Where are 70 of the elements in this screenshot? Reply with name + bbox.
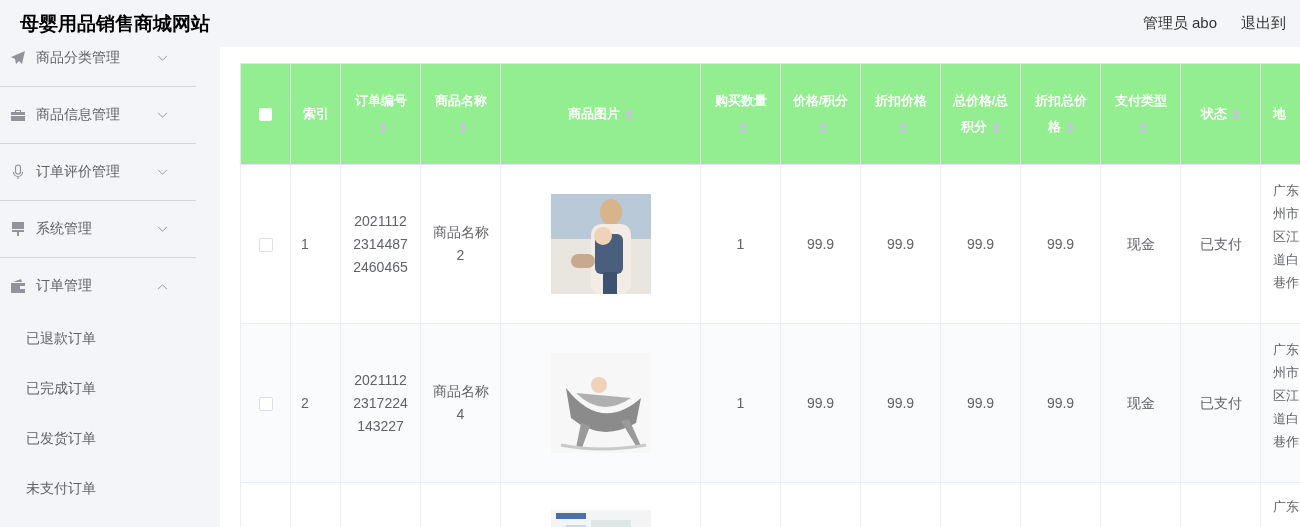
address-text: 广东 州市 区江 道白 巷作 xyxy=(1273,341,1300,451)
admin-name: 管理员 abo xyxy=(1142,14,1217,33)
table-cell: 99.9 xyxy=(1046,235,1075,252)
column-header[interactable]: 索引 xyxy=(290,63,341,165)
sort-icon xyxy=(1065,121,1074,134)
table-cell: 202111223144872460465 xyxy=(353,212,408,275)
table-cell: 2 xyxy=(301,394,309,411)
table-cell: 现金 xyxy=(1126,394,1155,411)
chevron-icon xyxy=(157,282,168,290)
column-header[interactable]: 状态 xyxy=(1180,63,1261,165)
table-cell: 99.9 xyxy=(966,235,995,252)
menu-item[interactable]: 商品分类管理 xyxy=(0,47,196,86)
sort-icon xyxy=(899,121,907,134)
menu-item[interactable]: 系统管理 xyxy=(0,201,196,257)
chevron-icon xyxy=(157,111,168,119)
submenu-item[interactable]: 未支付订单 xyxy=(0,464,196,514)
table-cell: 已支付 xyxy=(1199,235,1242,252)
row-checkbox[interactable] xyxy=(258,396,273,411)
table-cell: 99.9 xyxy=(1046,394,1075,411)
column-header[interactable]: 商品名称 xyxy=(420,63,501,165)
menu-item[interactable]: 订单管理 xyxy=(0,258,196,314)
table-cell: 1 xyxy=(301,235,309,252)
column-header[interactable]: 地 xyxy=(1260,63,1300,165)
select-all-checkbox[interactable] xyxy=(259,108,272,122)
sort-icon xyxy=(379,121,387,134)
column-header[interactable]: 购买数量 xyxy=(700,63,781,165)
microphone-icon xyxy=(10,164,26,180)
table-cell: 99.9 xyxy=(886,394,915,411)
chevron-icon xyxy=(157,168,168,176)
sort-icon xyxy=(1139,121,1147,134)
table-cell: 1 xyxy=(736,394,745,411)
address-text: 广东 xyxy=(1273,498,1300,516)
column-header[interactable]: 订单编号 xyxy=(340,63,421,165)
column-header[interactable]: 支付类型 xyxy=(1100,63,1181,165)
site-title: 母婴用品销售商城网站 xyxy=(20,11,210,36)
submenu-item[interactable]: 已发货订单 xyxy=(0,414,196,464)
sort-icon xyxy=(739,121,747,134)
wallet-icon xyxy=(10,278,26,294)
sort-icon xyxy=(1232,108,1240,121)
submenu-item[interactable]: 已完成订单 xyxy=(0,364,196,414)
sort-icon xyxy=(992,121,1000,134)
table-cell: 现金 xyxy=(1126,235,1155,252)
address-text: 广东 州市 区江 道白 巷作 xyxy=(1273,182,1300,292)
table-cell: 99.9 xyxy=(806,235,835,252)
table-cell: 已支付 xyxy=(1199,394,1242,411)
logout-link[interactable]: 退出到 xyxy=(1241,14,1286,33)
briefcase-icon xyxy=(10,107,26,123)
chevron-icon xyxy=(157,54,168,62)
brush-icon xyxy=(10,221,26,237)
sort-icon xyxy=(819,121,827,134)
sort-icon xyxy=(625,108,633,121)
table-cell: 99.9 xyxy=(886,235,915,252)
column-header[interactable]: 价格/积分 xyxy=(780,63,861,165)
row-checkbox[interactable] xyxy=(258,237,273,252)
menu-item[interactable]: 商品信息管理 xyxy=(0,87,196,143)
table-cell: 20211122317224143227 xyxy=(353,371,408,434)
menu-item[interactable]: 订单评价管理 xyxy=(0,144,196,200)
table-cell: 商品名称2 xyxy=(432,224,489,263)
chevron-icon xyxy=(157,225,168,233)
column-header[interactable]: 折扣价格 xyxy=(860,63,941,165)
table-cell: 商品名称4 xyxy=(432,383,489,422)
paper-plane-icon xyxy=(10,50,26,66)
column-header[interactable]: 商品图片 xyxy=(500,63,701,165)
sort-icon xyxy=(459,121,467,134)
submenu-item[interactable]: 已退款订单 xyxy=(0,314,196,364)
column-header[interactable]: 折扣总价格 xyxy=(1020,63,1101,165)
table-cell: 99.9 xyxy=(966,394,995,411)
column-header[interactable]: 总价格/总积分 xyxy=(940,63,1021,165)
table-cell: 99.9 xyxy=(806,394,835,411)
table-cell: 1 xyxy=(736,235,745,252)
